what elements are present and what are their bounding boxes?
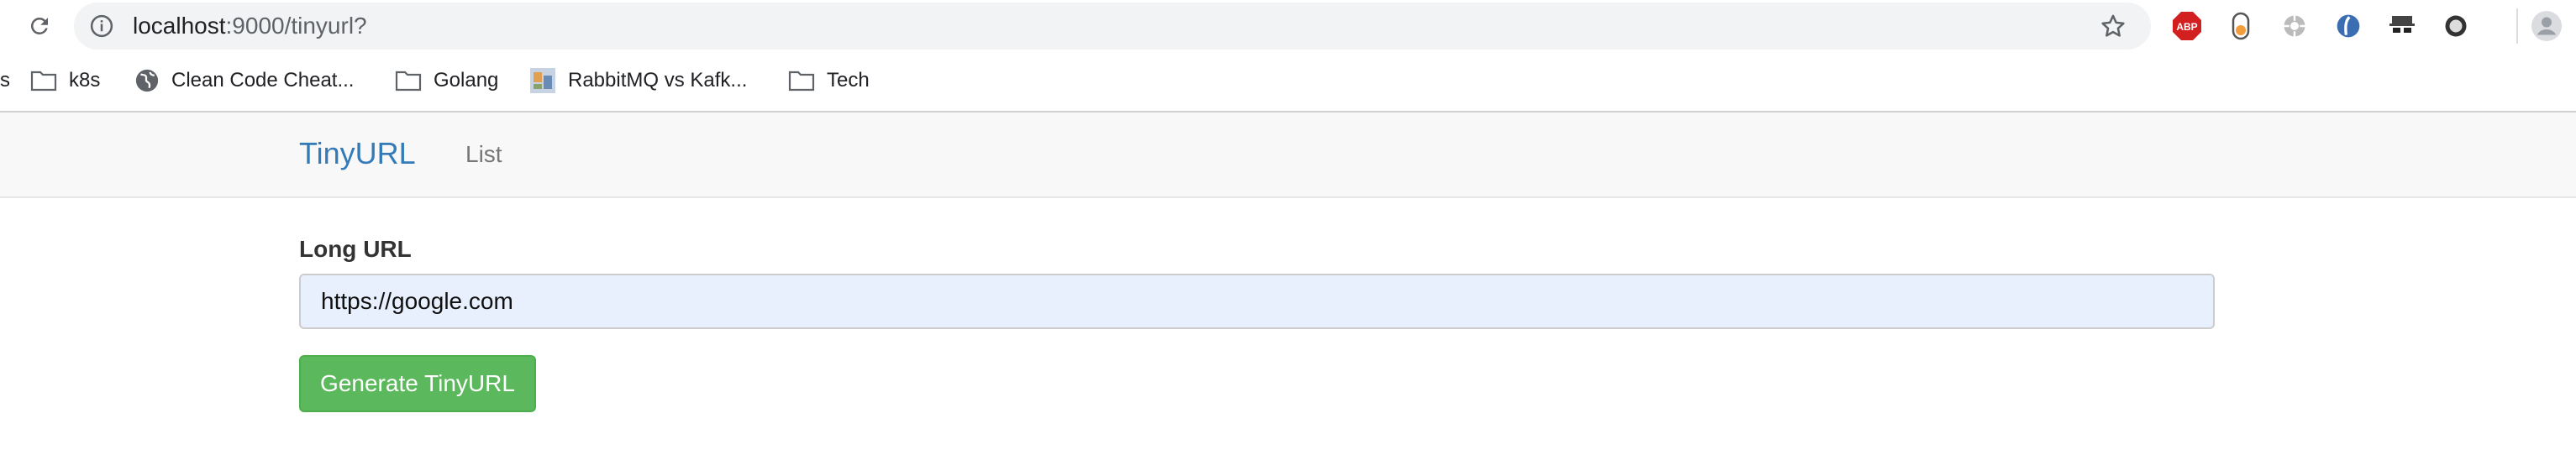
bookmark-clean-code[interactable]: Clean Code Cheat... [134,64,354,97]
gear-extension-icon[interactable] [2279,10,2311,42]
url-text[interactable]: localhost:9000/tinyurl? [133,13,367,39]
folder-icon [395,71,422,92]
bookmarks-bar: s k8s Clean Code Cheat... Golang RabbitM… [0,52,2576,112]
svg-text:ABP: ABP [2176,21,2197,33]
profile-avatar-icon[interactable] [2531,10,2563,42]
favicon-icon [530,68,555,93]
bookmark-label: Tech [827,69,870,92]
long-url-label: Long URL [299,236,412,262]
bookmark-label: Golang [434,69,499,92]
address-bar[interactable]: localhost:9000/tinyurl? [74,3,2151,50]
brand-link[interactable]: TinyURL [299,136,416,171]
url-host: localhost [133,13,226,39]
folder-icon [788,71,815,92]
nav-link-list[interactable]: List [465,141,502,168]
bookmark-star-icon[interactable] [2099,12,2127,40]
info-icon[interactable] [89,13,114,39]
generate-tinyurl-button[interactable]: Generate TinyURL [299,355,536,412]
toggle-extension-icon[interactable] [2225,10,2257,42]
url-path: :9000/tinyurl? [225,13,367,39]
bookmark-k8s[interactable]: k8s [30,64,100,97]
bookmark-label: s [0,69,10,92]
bookmark-label: RabbitMQ vs Kafk... [568,69,748,92]
bookmark-rabbitmq[interactable]: RabbitMQ vs Kafk... [529,64,747,97]
abp-icon[interactable]: ABP [2171,10,2203,42]
toolbar-separator [2516,8,2518,44]
circle-extension-icon[interactable] [2440,10,2472,42]
bookmark-label: k8s [69,69,101,92]
bookmark-golang[interactable]: Golang [395,64,498,97]
bookmark-item[interactable]: s [0,64,10,97]
incognito-extension-icon[interactable] [2386,10,2418,42]
browser-toolbar: localhost:9000/tinyurl? ABP [0,0,2576,52]
long-url-input[interactable]: https://google.com [299,274,2215,329]
navbar: TinyURL List [0,112,2576,198]
folder-icon [30,71,57,92]
shield-extension-icon[interactable] [2332,10,2364,42]
reload-icon[interactable] [22,8,57,44]
globe-icon [135,69,159,92]
bookmark-label: Clean Code Cheat... [171,69,355,92]
bookmark-tech[interactable]: Tech [788,64,870,97]
